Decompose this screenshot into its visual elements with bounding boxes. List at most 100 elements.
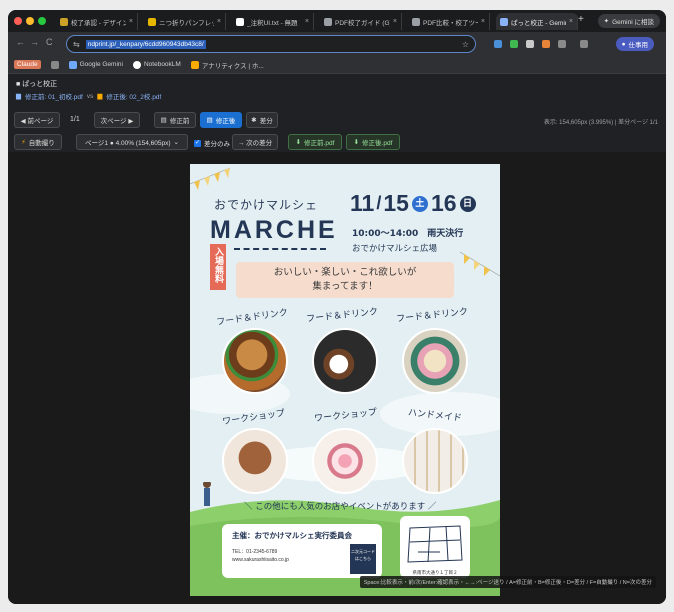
map-card (400, 516, 470, 578)
download-icon: ⬇ (353, 139, 360, 146)
before-view-button[interactable]: ▤ 修正前 (154, 112, 196, 128)
file-icon: ▆ (16, 93, 21, 100)
download-icon: ⬇ (295, 139, 302, 146)
profile-label: 仕事用 (628, 42, 649, 49)
tab-close-icon[interactable]: × (217, 18, 221, 25)
after-label: 修正後 (215, 118, 236, 125)
download-before-button[interactable]: ⬇ 修正前.pdf (288, 134, 342, 150)
analytics-icon (190, 60, 199, 69)
tagline-line-1: おいしい・楽しい・これ欲しいが (273, 267, 417, 278)
extension-icon-2[interactable] (510, 40, 518, 48)
bookmark-star-icon[interactable]: ☆ (462, 40, 469, 49)
page-toolbar: ◀ 前ページ 1/1 次ページ ▶ ▤ 修正前 ▤ 修正後 ✱ 差分 表示: 154,… (8, 110, 666, 130)
site-settings-icon[interactable]: ⇆ (73, 40, 80, 49)
checkbox-icon[interactable]: ✓ (194, 139, 201, 147)
browser-tab[interactable]: ぱっと校正 - Gemini × (496, 13, 578, 30)
address-bar-row: ← → C ⇆ ndprint.jp/_kenpary/6cdd960943db… (8, 32, 666, 56)
download-after-label: 修正後.pdf (362, 140, 393, 147)
divider (234, 248, 326, 250)
close-window-button[interactable] (14, 17, 22, 25)
map-icon (407, 525, 463, 563)
tab-close-icon[interactable]: × (393, 18, 397, 25)
after-view-button[interactable]: ▤ 修正後 (200, 112, 242, 128)
weekday-badge-2: 日 (459, 195, 476, 212)
auto-label: 自動撮り (28, 140, 55, 147)
prev-page-button[interactable]: ◀ 前ページ (14, 112, 60, 128)
diff-toolbar: ⚡ 自動撮り ページ1 ● 4.00% (154,605px) ⌄ ✓ 差分のみ → … (8, 132, 666, 152)
organizer-contact: TEL：01-2345-6789 www.sakurashiisaito.co.… (232, 548, 289, 564)
tab-favicon-icon (236, 17, 244, 26)
crepe-photo (402, 328, 468, 394)
extension-icon-4[interactable] (542, 40, 550, 48)
url-text[interactable]: ndprint.jp/_kenpary/6cdd960943db43c8/ (85, 39, 206, 49)
browser-tab[interactable]: ニつ折りパンフレット× (144, 13, 226, 30)
diff-only-toggle[interactable]: ✓ 差分のみ (194, 138, 230, 148)
page-counter: 1/1 (70, 116, 80, 123)
before-label: 修正前 (169, 118, 190, 125)
tab-close-icon[interactable]: × (481, 18, 485, 25)
tab-title: ぱっと校正 - Gemini (511, 19, 566, 27)
diff-icon: ✱ (251, 117, 257, 124)
bolt-icon: ⚡ (21, 139, 26, 146)
vs-label: vs (86, 92, 94, 100)
tab-close-icon[interactable]: × (129, 18, 133, 25)
tab-favicon-icon (148, 17, 156, 26)
tab-close-icon[interactable]: × (305, 18, 309, 25)
bookmark-gemini[interactable]: Google Gemini (68, 60, 123, 69)
new-tab-button[interactable]: + (578, 14, 584, 25)
address-bar[interactable]: ⇆ ndprint.jp/_kenpary/6cdd960943db43c8/ … (66, 35, 476, 53)
app-title: ■ ぱっと校正 (16, 81, 58, 88)
extensions-puzzle-icon[interactable] (558, 40, 566, 48)
browser-tab[interactable]: 校了承認 - デザイン × (56, 13, 138, 30)
tab-favicon-icon (500, 17, 508, 26)
bookmark-label: Claude (17, 61, 38, 68)
pdf-viewer[interactable]: おでかけマルシェ MARCHE 入場無料 11 / 15 土 16 日 10:0… (8, 152, 666, 604)
back-arrow-icon[interactable]: ← (16, 37, 25, 47)
reload-icon[interactable]: C (46, 37, 53, 47)
avatar: ● (621, 40, 626, 48)
window-controls (14, 17, 46, 25)
status-text: 表示: 154,605px (3.995%) | 差分ページ 1/1 (543, 120, 658, 126)
next-page-button[interactable]: 次ページ ▶ (94, 112, 140, 128)
forward-arrow-icon[interactable]: → (30, 37, 39, 47)
profile-button[interactable]: ● 仕事用 (615, 37, 654, 51)
file-icon: ▆ (97, 93, 103, 100)
bookmark-apps[interactable] (50, 60, 59, 69)
browser-tab[interactable]: PDF校了ガイド (G) × (320, 13, 402, 30)
weekday-badge-1: 土 (411, 195, 428, 212)
date-slash: / (376, 193, 382, 213)
tab-favicon-icon (60, 17, 68, 26)
browser-tab[interactable]: _注釈UI.txt - 無題 × (232, 13, 314, 30)
event-place: おでかけマルシェ広場 (352, 244, 438, 254)
event-day-2: 16 (430, 190, 457, 216)
bookmark-notebooklm[interactable]: NotebookLM (132, 60, 181, 69)
side-panel-icon[interactable] (580, 40, 588, 48)
download-after-button[interactable]: ⬇ 修正後.pdf (346, 134, 400, 150)
next-diff-button[interactable]: → 次の差分 (232, 134, 278, 150)
page-select[interactable]: ページ1 ● 4.00% (154,605px) ⌄ (76, 134, 188, 150)
free-entry-text: 入場無料 (213, 247, 223, 283)
auto-capture-button[interactable]: ⚡ 自動撮り (14, 134, 62, 150)
bookmarks-bar: Claude Google Gemini NotebookLM アナリティクス … (8, 56, 666, 74)
notebooklm-icon (132, 60, 141, 69)
bookmark-claude[interactable]: Claude (14, 60, 41, 69)
tab-title: _注釈UI.txt - 無題 (247, 19, 298, 27)
minimize-window-button[interactable] (26, 17, 34, 25)
tab-close-icon[interactable]: × (569, 18, 573, 25)
free-entry-label: 入場無料 (210, 244, 226, 290)
gemini-icon (68, 60, 77, 69)
extension-icon-3[interactable] (526, 40, 534, 48)
bookmark-analytics[interactable]: アナリティクス | ホ... (190, 60, 264, 70)
burger-photo (222, 328, 288, 394)
document-icon: ▤ (206, 117, 213, 124)
after-file-name: 修正後: 02_2校.pdf (106, 94, 162, 101)
document-icon: ▤ (160, 117, 167, 124)
extension-icon-1[interactable] (494, 40, 502, 48)
organizer-web: www.sakurashiisaito.co.jp (232, 557, 289, 563)
tab-favicon-icon (324, 17, 332, 26)
browser-tab[interactable]: PDF比較・校了ツール× (408, 13, 490, 30)
gemini-button[interactable]: ✦ Gemini に相談 (597, 14, 660, 28)
diff-view-button[interactable]: ✱ 差分 (246, 112, 278, 128)
tagline-line-2: 集まってます！ (312, 281, 378, 292)
zoom-window-button[interactable] (38, 17, 46, 25)
